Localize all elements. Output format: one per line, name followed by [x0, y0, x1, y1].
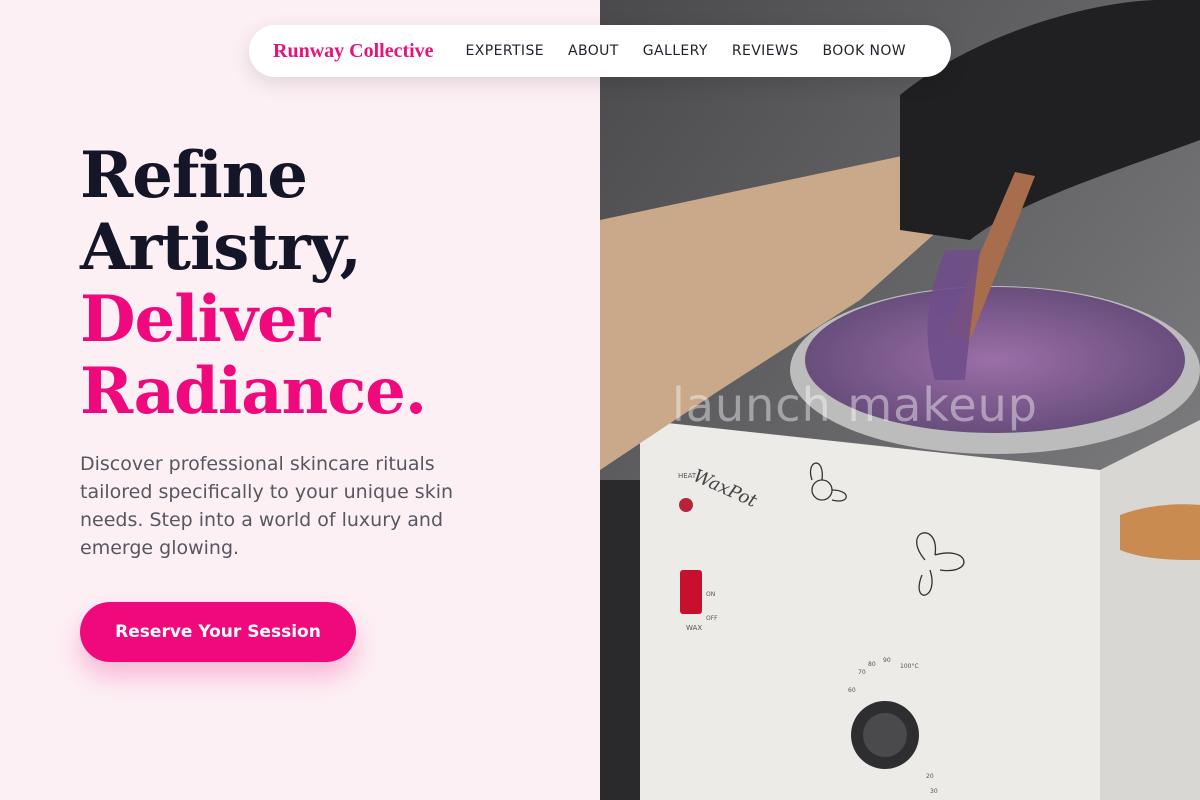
dial-mark-80: 80 [868, 661, 876, 668]
hero-heading: Refine Artistry, Deliver Radiance. [80, 138, 427, 429]
dial-mark-70: 70 [858, 669, 866, 676]
image-watermark: launch makeup [672, 378, 1038, 432]
hero-heading-line-3: Deliver [80, 282, 330, 357]
dial-mark-90: 90 [883, 657, 891, 664]
nav-link-about[interactable]: ABOUT [568, 43, 619, 59]
nav-link-gallery[interactable]: GALLERY [643, 43, 708, 59]
dial-mark-20: 20 [926, 773, 934, 780]
nav-link-reviews[interactable]: REVIEWS [732, 43, 799, 59]
wax-label: WAX [686, 624, 702, 632]
nav-link-book-now[interactable]: BOOK NOW [822, 43, 906, 59]
brand-logo[interactable]: Runway Collective [273, 40, 434, 63]
dial-mark-100c: 100°C [900, 663, 919, 670]
hero-description: Discover professional skincare rituals t… [80, 453, 454, 559]
nav-link-expertise[interactable]: EXPERTISE [466, 43, 544, 59]
hero-heading-line-2: Artistry, [80, 210, 362, 285]
nav-links: EXPERTISE ABOUT GALLERY REVIEWS BOOK NOW [466, 43, 907, 59]
hero-heading-line-1: Refine [80, 138, 308, 213]
top-navbar: Runway Collective EXPERTISE ABOUT GALLER… [249, 25, 951, 77]
heat-label: HEAT [678, 472, 697, 480]
hero-heading-line-4: Radiance. [80, 354, 427, 429]
switch-on-label: ON [706, 591, 715, 598]
dial-mark-30: 30 [930, 788, 938, 795]
dial-mark-60: 60 [848, 687, 856, 694]
reserve-session-button[interactable]: Reserve Your Session [80, 602, 356, 662]
switch-off-label: OFF [706, 615, 718, 622]
